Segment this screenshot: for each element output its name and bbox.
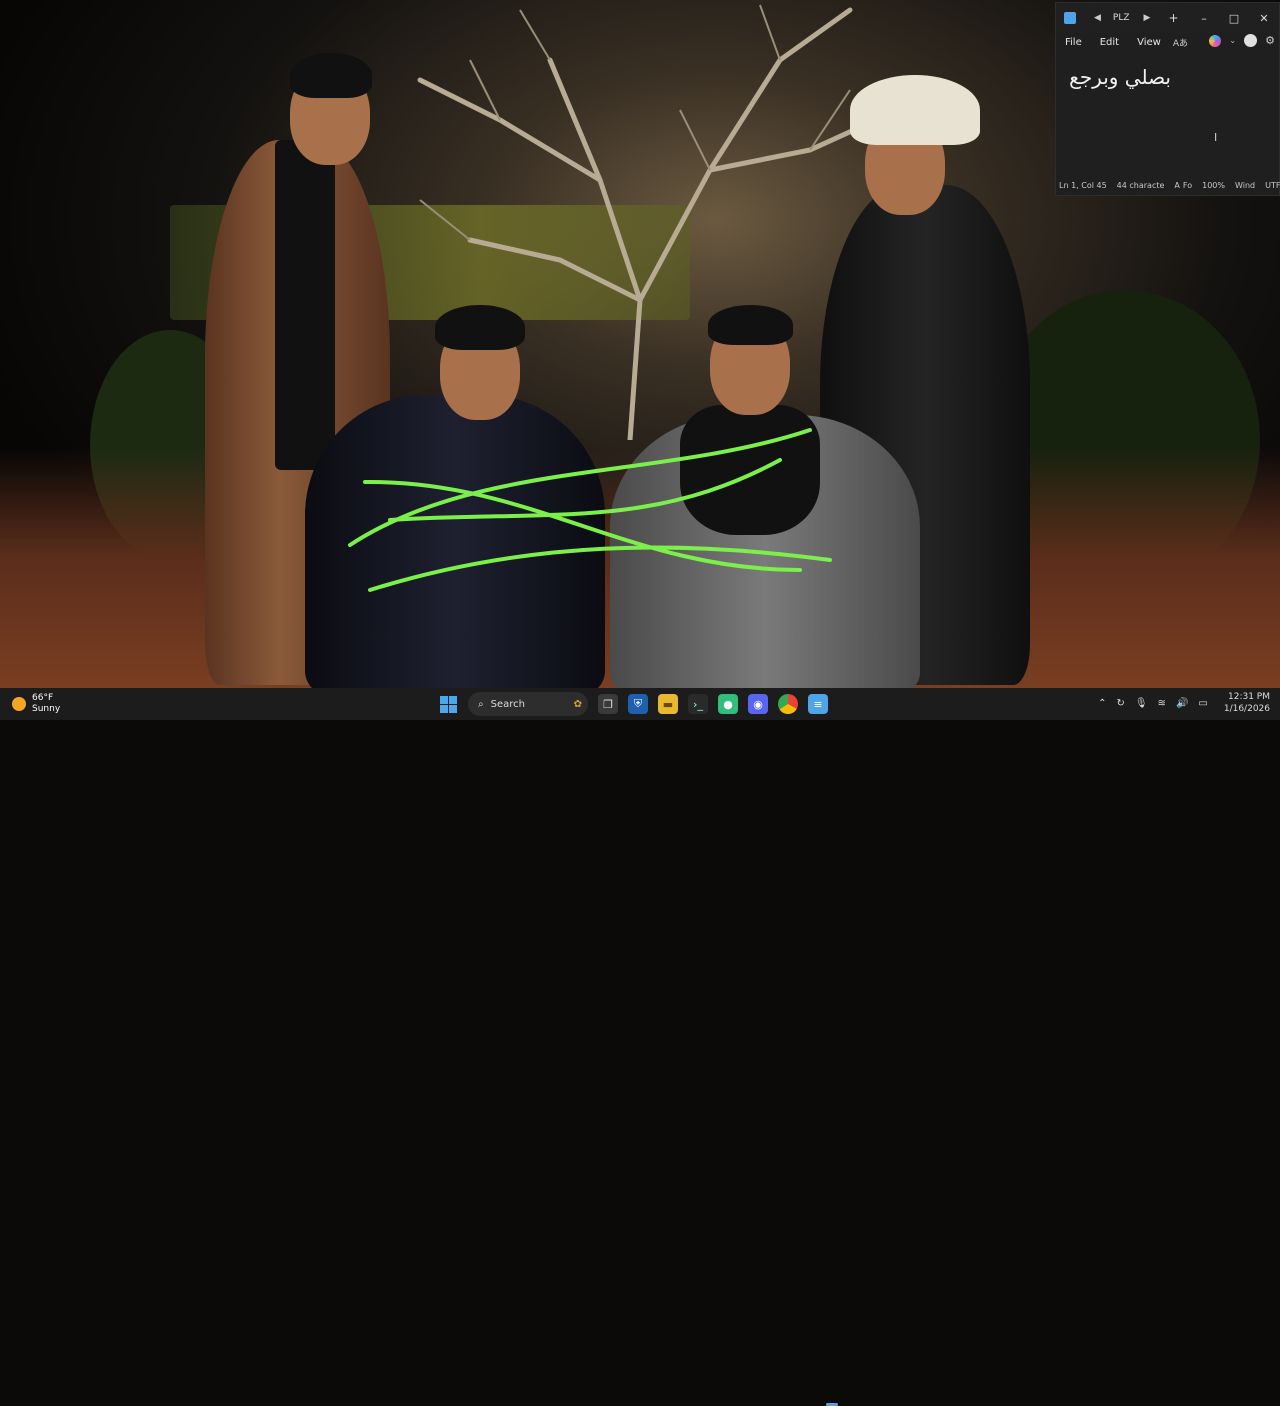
notepad-statusbar: Ln 1, Col 45 44 characte A Fo 100% Wind … [1056,175,1280,195]
weather-widget[interactable]: 66°F Sunny [12,693,60,715]
battery-icon[interactable]: ▭ [1198,698,1207,709]
chevron-up-icon[interactable]: ⌃ [1098,698,1106,709]
notepad-window[interactable]: ◀ PLZ ▶ + – □ ✕ File Edit View Aあ ⌄ ⚙ بص… [1055,2,1280,196]
start-button[interactable] [438,694,458,714]
i-beam-cursor-icon: I [1214,131,1218,144]
notepad-menubar: File Edit View Aあ ⌄ ⚙ [1056,33,1279,51]
font-icon[interactable]: A [1174,181,1179,190]
microphone-icon[interactable]: 🎙 [1135,698,1148,709]
system-tray: ⌃ ↻ 🎙 ≋ 🔊 ▭ 12:31 PM 1/16/2026 [1098,691,1270,715]
chat-app-icon[interactable]: ● [718,694,738,714]
status-encoding[interactable]: UTF-8 [1265,181,1280,190]
weather-temp: 66°F [32,693,54,703]
close-button[interactable]: ✕ [1249,12,1279,25]
notepad-titlebar[interactable]: ◀ PLZ ▶ + – □ ✕ [1056,3,1279,33]
windows-logo-icon [439,695,457,713]
clock-date: 1/16/2026 [1223,704,1270,714]
chrome-icon[interactable] [778,694,798,714]
clock-time: 12:31 PM [1228,692,1270,702]
status-line-endings[interactable]: Wind [1235,181,1255,190]
clock[interactable]: 12:31 PM 1/16/2026 [1224,691,1270,715]
sync-icon[interactable]: ↻ [1116,698,1124,709]
notepad-taskbar-icon[interactable]: ≡ [808,694,828,714]
menu-view[interactable]: View [1137,37,1161,48]
weather-condition: Sunny [32,704,61,714]
notepad-text-area[interactable]: بصلي وبرجع [1056,61,1279,177]
tab-plz[interactable]: PLZ [1113,13,1130,23]
account-icon[interactable] [1244,34,1258,47]
search-highlight-icon: ✿ [573,698,582,710]
search-label: Search [490,698,525,710]
maximize-button[interactable]: □ [1219,12,1249,25]
taskbar-search[interactable]: ⌕ Search ✿ [468,692,588,716]
green-rope [348,428,832,592]
copilot-icon[interactable] [1209,34,1222,47]
discord-icon[interactable]: ◉ [748,694,768,714]
status-zoom[interactable]: 100% [1202,181,1225,190]
volume-icon[interactable]: 🔊 [1176,698,1188,709]
search-icon: ⌕ [478,698,484,710]
file-explorer-icon[interactable]: ▬ [658,694,678,714]
tab-scroll-right-icon[interactable]: ▶ [1144,13,1151,23]
status-characters: 44 characte [1116,180,1165,190]
task-view-icon[interactable]: ❐ [598,694,618,714]
status-font[interactable]: Fo [1183,181,1192,190]
taskbar-center: ⌕ Search ✿ ❐ ⛨ ▬ ›_ ● ◉ ≡ [438,692,828,716]
wifi-icon[interactable]: ≋ [1158,698,1166,709]
sun-icon [12,697,26,711]
menu-file[interactable]: File [1065,37,1082,48]
notepad-app-icon [1064,12,1076,24]
gear-icon[interactable]: ⚙ [1265,34,1275,47]
minimize-button[interactable]: – [1189,12,1219,25]
tab-scroll-left-icon[interactable]: ◀ [1094,13,1101,23]
terminal-icon[interactable]: ›_ [688,694,708,714]
menu-edit[interactable]: Edit [1100,37,1119,48]
security-shield-icon[interactable]: ⛨ [628,694,648,714]
new-tab-button[interactable]: + [1168,11,1178,25]
status-position: Ln 1, Col 45 [1059,180,1107,190]
taskbar: 66°F Sunny ⌕ Search ✿ ❐ ⛨ ▬ ›_ ● ◉ ≡ ⌃ ↻… [0,688,1280,1406]
text-format-icon[interactable]: Aあ [1173,36,1188,49]
chevron-down-icon[interactable]: ⌄ [1229,36,1236,45]
